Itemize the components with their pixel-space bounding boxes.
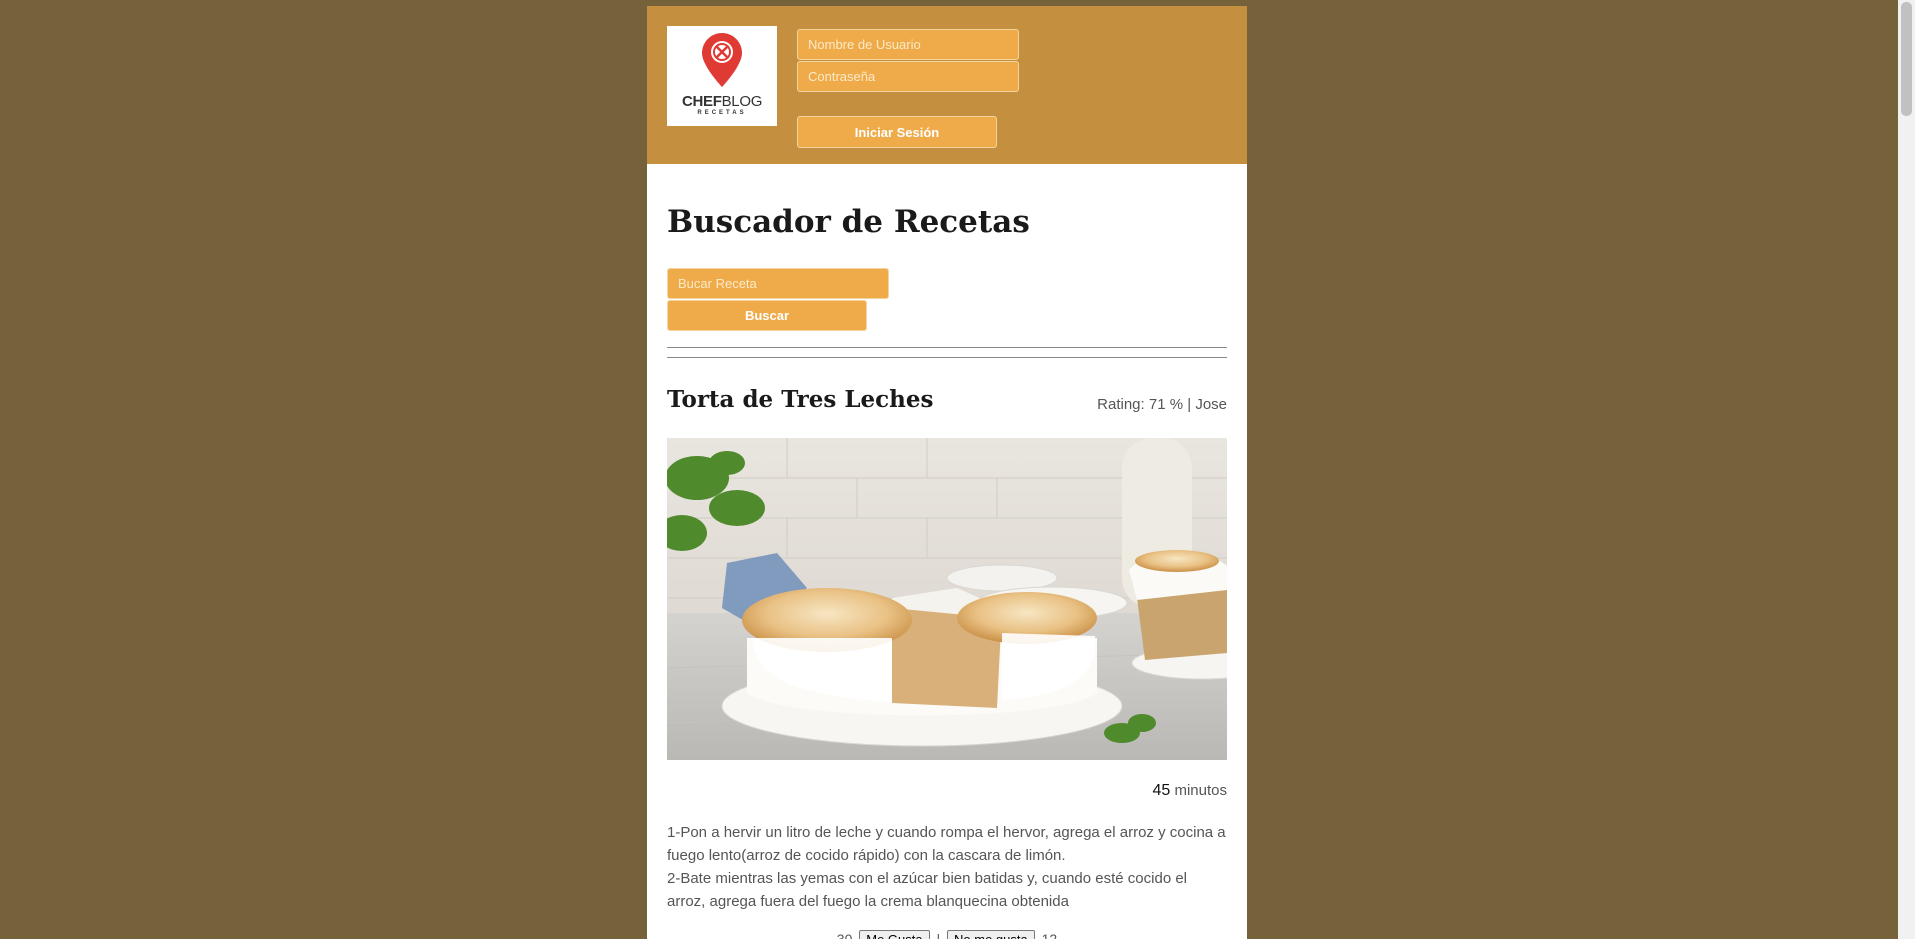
time-unit: minutos [1174, 782, 1227, 799]
recipe-steps: 1-Pon a hervir un litro de leche y cuand… [667, 821, 1227, 913]
dislike-button[interactable]: No me gusta [947, 930, 1035, 939]
page-container: CHEFBLOG RECETAS Iniciar Sesión Buscador… [647, 6, 1247, 939]
scrollbar-thumb[interactable] [1901, 2, 1912, 116]
divider [667, 347, 1227, 348]
vote-bar: 30 Me Gusta | No me gusta 12 [647, 930, 1247, 939]
recipe-search-input[interactable] [667, 268, 889, 299]
recipe-title[interactable]: Torta de Tres Leches [667, 386, 933, 413]
cooking-time: 45 minutos [1153, 782, 1228, 800]
rating-label: Rating: [1097, 396, 1145, 413]
site-header: CHEFBLOG RECETAS Iniciar Sesión [647, 6, 1247, 164]
like-count: 30 [836, 931, 853, 939]
vote-separator: | [936, 931, 941, 939]
recipe-step: 2-Bate mientras las yemas con el azúcar … [667, 870, 1188, 910]
password-input[interactable] [797, 61, 1019, 92]
recipe-step: 1-Pon a hervir un litro de leche y cuand… [667, 824, 1226, 864]
meta-separator: | [1187, 396, 1192, 413]
page-scrollbar[interactable] [1898, 0, 1915, 939]
tres-leches-cake-photo [667, 438, 1227, 760]
login-button[interactable]: Iniciar Sesión [797, 116, 997, 148]
rating-value: 71 % [1148, 396, 1184, 413]
page-title: Buscador de Recetas [667, 204, 1030, 240]
map-pin-icon [702, 33, 742, 87]
recipe-meta: Rating: 71 % | Jose [1097, 396, 1227, 413]
logo-brand-light: BLOG [721, 93, 763, 110]
divider [667, 357, 1227, 358]
search-button[interactable]: Buscar [667, 300, 867, 331]
logo-wordmark: CHEFBLOG [667, 93, 777, 110]
logo-tagline: RECETAS [697, 110, 747, 116]
dislike-count: 12 [1041, 931, 1058, 939]
like-button[interactable]: Me Gusta [859, 930, 930, 939]
chefblog-logo[interactable]: CHEFBLOG RECETAS [667, 26, 777, 126]
time-value: 45 [1152, 782, 1171, 799]
recipe-author: Jose [1195, 396, 1227, 413]
logo-brand-bold: CHEF [681, 93, 722, 110]
username-input[interactable] [797, 29, 1019, 60]
